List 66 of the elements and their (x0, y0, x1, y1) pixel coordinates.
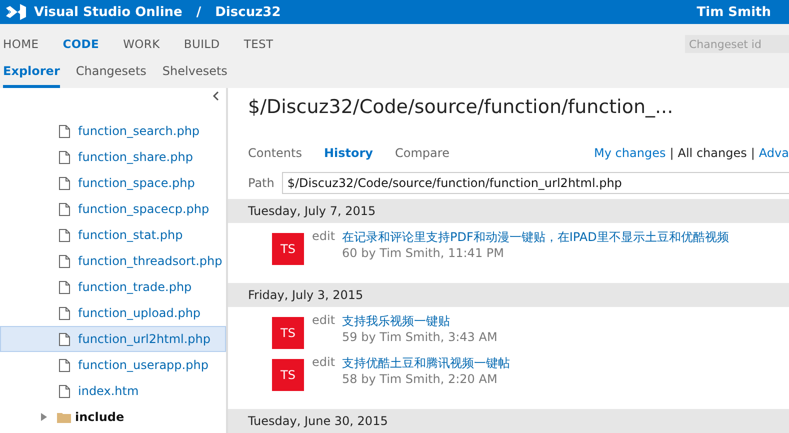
file-item[interactable]: index.htm (0, 378, 226, 404)
commit-detail: 59 by Tim Smith, 3:43 AM (342, 330, 498, 344)
file-icon (59, 358, 70, 372)
commit-message-link[interactable]: 支持我乐视频一键贴 (342, 313, 498, 330)
file-icon (59, 150, 70, 164)
file-item[interactable]: function_share.php (0, 144, 226, 170)
sub-nav-tab[interactable]: Explorer (3, 64, 60, 88)
file-icon (59, 280, 70, 294)
file-icon (59, 124, 70, 138)
change-type: edit (312, 313, 336, 330)
file-icon (59, 254, 70, 268)
commit-detail: 60 by Tim Smith, 11:41 PM (342, 246, 505, 260)
commit-detail: 58 by Tim Smith, 2:20 AM (342, 372, 498, 386)
file-item[interactable]: function_space.php (0, 170, 226, 196)
nav-tab[interactable]: HOME (3, 37, 39, 51)
file-item[interactable]: function_spacecp.php (0, 196, 226, 222)
file-item[interactable]: function_upload.php (0, 300, 226, 326)
commit-message-link[interactable]: 支持优酷土豆和腾讯视频一键帖 (342, 355, 510, 372)
file-item[interactable]: function_stat.php (0, 222, 226, 248)
sub-nav-tab[interactable]: Shelvesets (162, 64, 228, 88)
date-header: Tuesday, June 30, 2015 (228, 409, 789, 433)
project-name[interactable]: Discuz32 (215, 4, 281, 20)
change-type: edit (312, 229, 336, 246)
file-item[interactable]: function_trade.php (0, 274, 226, 300)
file-item[interactable]: function_url2html.php (0, 326, 226, 352)
file-icon (59, 384, 70, 398)
file-icon (59, 306, 70, 320)
filter-separator: | (750, 146, 755, 160)
view-tab[interactable]: Compare (395, 146, 450, 160)
path-label: Path (248, 176, 274, 190)
commit-message-link[interactable]: 在记录和评论里支持PDF和动漫一键贴，在IPAD里不显示土豆和优酷视频 (342, 229, 729, 246)
expand-arrow-icon[interactable] (41, 413, 47, 421)
file-icon (59, 202, 70, 216)
user-name[interactable]: Tim Smith (696, 4, 771, 20)
nav-tab[interactable]: CODE (62, 37, 100, 51)
view-tab[interactable]: History (324, 146, 374, 160)
file-path-title: $/Discuz32/Code/source/function/function_... (248, 96, 674, 120)
date-header: Tuesday, July 7, 2015 (228, 199, 789, 224)
file-icon (59, 176, 70, 190)
product-name[interactable]: Visual Studio Online (34, 4, 182, 20)
collapse-chevron-icon[interactable] (212, 91, 220, 101)
visual-studio-logo-icon (4, 4, 28, 20)
user-avatar: TS (272, 233, 304, 266)
view-tab[interactable]: Contents (248, 146, 302, 160)
file-item[interactable]: function_threadsort.php (0, 248, 226, 274)
sub-nav-tab[interactable]: Changesets (76, 64, 146, 88)
path-field[interactable]: $/Discuz32/Code/source/function/function_url2html.php (282, 172, 789, 194)
folder-item[interactable]: include (0, 404, 226, 430)
date-header: Friday, July 3, 2015 (228, 283, 789, 308)
breadcrumb-separator: / (196, 4, 202, 20)
nav-tab[interactable]: WORK (123, 37, 160, 51)
nav-tab[interactable]: BUILD (184, 37, 220, 51)
filter-link[interactable]: My changes (594, 146, 666, 160)
change-type: edit (312, 355, 336, 372)
file-icon (59, 332, 70, 346)
user-avatar: TS (272, 359, 304, 392)
nav-tab[interactable]: TEST (244, 37, 274, 51)
folder-icon (57, 412, 71, 422)
filter-link[interactable]: All changes (678, 146, 747, 160)
file-item[interactable]: function_userapp.php (0, 352, 226, 378)
user-avatar: TS (272, 317, 304, 350)
filter-link[interactable]: Adva (758, 146, 789, 160)
file-item[interactable]: function_search.php (0, 118, 226, 144)
file-icon (59, 228, 70, 242)
changeset-search-field[interactable]: Changeset id (685, 35, 789, 53)
filter-separator: | (670, 146, 674, 160)
